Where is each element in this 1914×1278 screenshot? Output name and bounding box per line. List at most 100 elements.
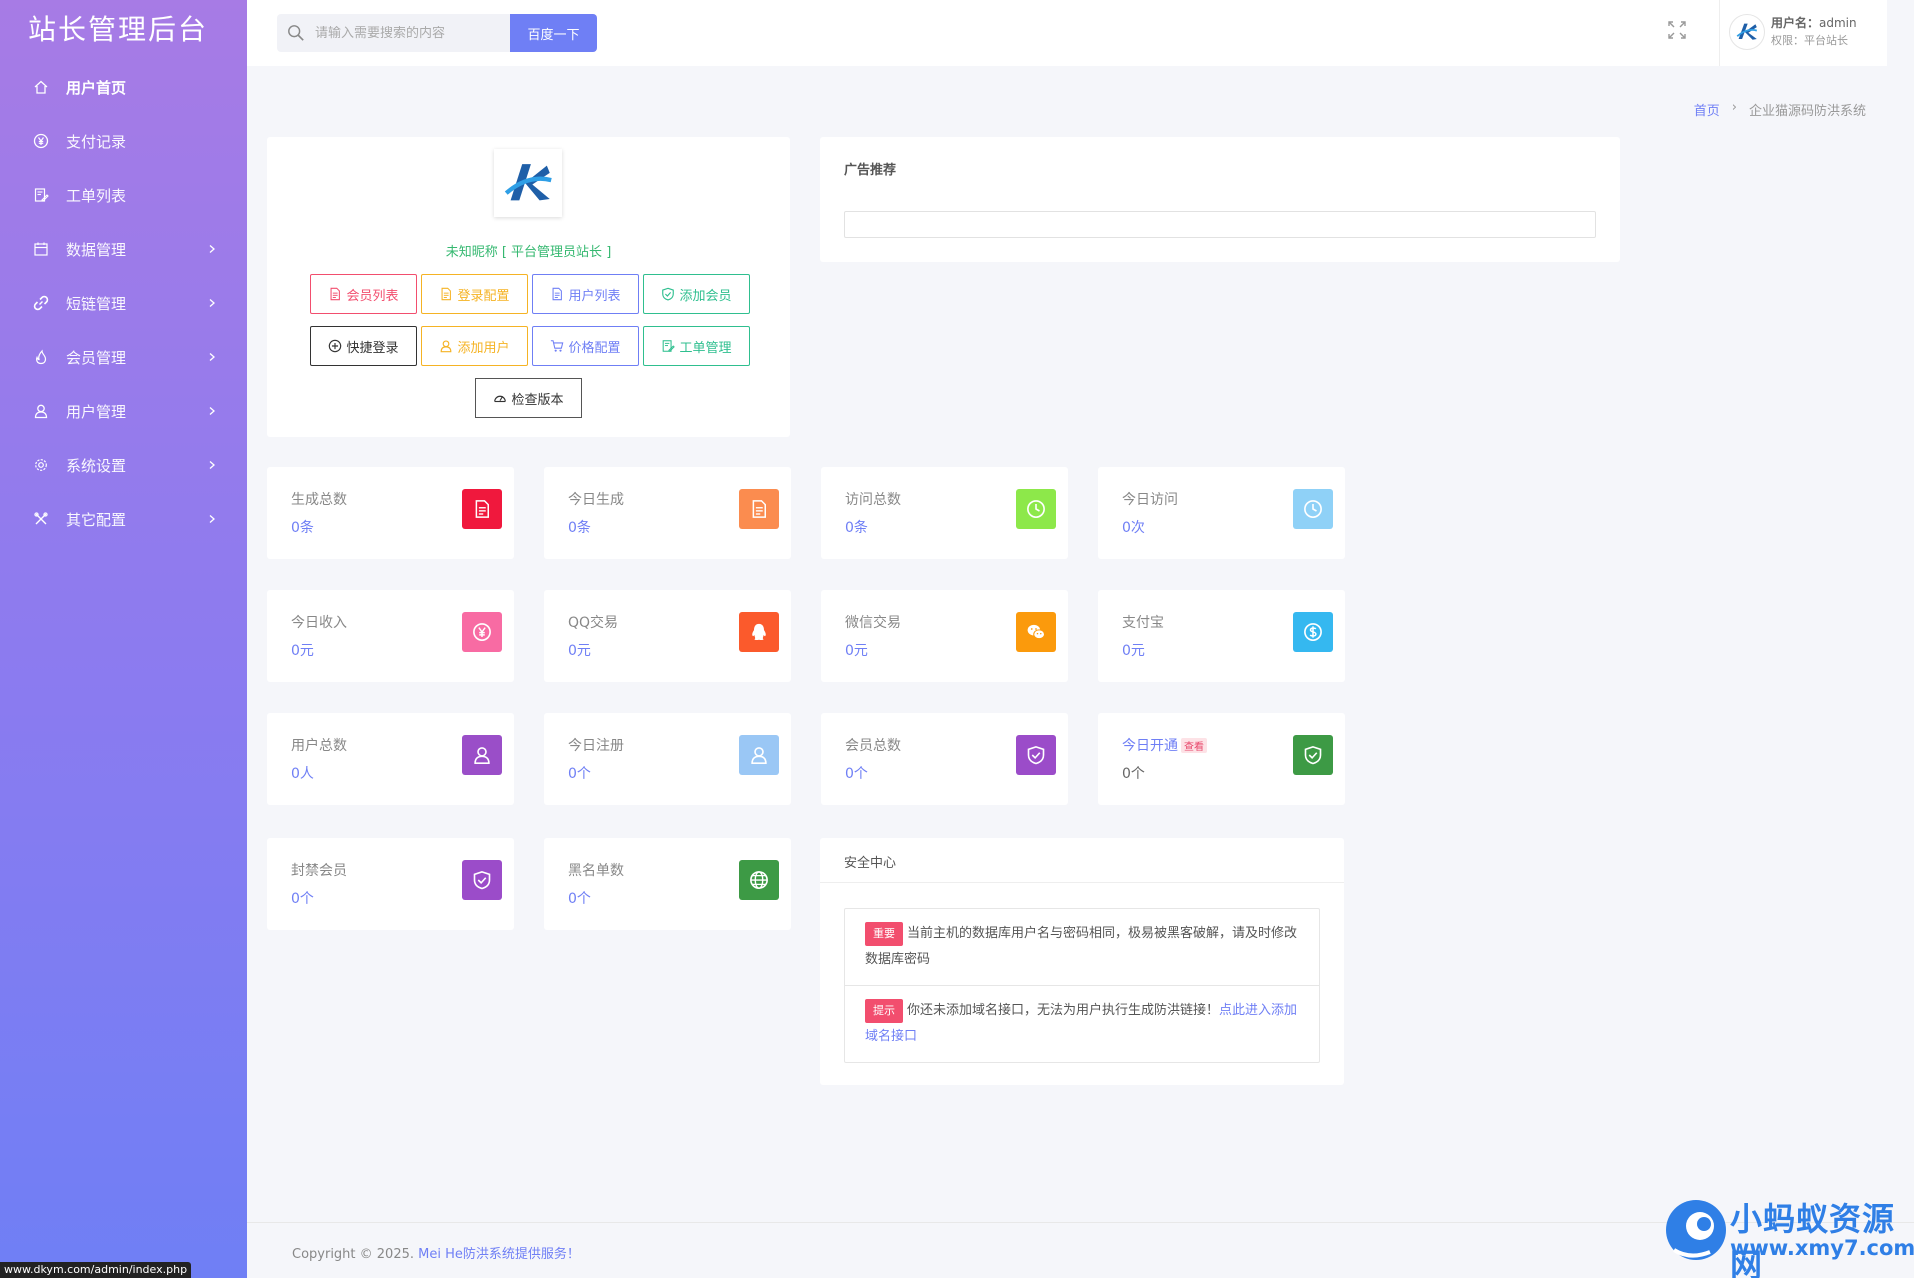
- search-input[interactable]: [315, 25, 495, 41]
- profile-avatar: [494, 149, 562, 217]
- stat-label-text: 今日注册: [568, 738, 624, 754]
- breadcrumb: 首页 › 企业猫源码防洪系统: [1694, 100, 1866, 119]
- logo-icon: [504, 164, 552, 201]
- stat-card: 访问总数 0条: [821, 467, 1068, 559]
- breadcrumb-separator: ›: [1731, 100, 1737, 115]
- stat-icon-box: [1016, 489, 1056, 529]
- security-center-card: 安全中心 重要 当前主机的数据库用户名与密码相同，极易被黑客破解，请及时修改数据库…: [820, 838, 1344, 1085]
- quick-action-button[interactable]: 会员列表: [310, 274, 417, 314]
- stat-value: 0条: [291, 520, 314, 536]
- gear-icon: [35, 459, 47, 471]
- ad-content-box: [844, 211, 1596, 238]
- sidebar-menu: 用户首页 支付记录工单列表数据管理短链管理会员管理用户管理系统设置 其它配置: [0, 60, 247, 546]
- quick-action-label: 工单管理: [679, 340, 732, 356]
- sidebar-item[interactable]: 用户首页: [0, 60, 247, 114]
- search-button[interactable]: 百度一下: [510, 14, 597, 52]
- stat-label: 生成总数: [291, 489, 347, 509]
- security-divider: [820, 882, 1344, 883]
- yen-circle-icon: [473, 623, 491, 641]
- sidebar-item[interactable]: 其它配置: [0, 492, 247, 546]
- status-url: www.dkym.com/admin/index.php: [0, 1262, 192, 1278]
- sidebar-item-label: 数据管理: [66, 240, 127, 259]
- security-item-text: 当前主机的数据库用户名与密码相同，极易被黑客破解，请及时修改数据库密码: [865, 926, 1298, 967]
- user-meta[interactable]: 用户名：admin 权限：平台站长: [1771, 14, 1857, 50]
- stat-icon-box: [462, 860, 502, 900]
- stat-icon-box: [462, 612, 502, 652]
- stat-label-text: 黑名单数: [568, 863, 624, 879]
- sidebar-item-label: 用户管理: [66, 402, 127, 421]
- stat-label: 访问总数: [845, 489, 901, 509]
- security-list: 重要 当前主机的数据库用户名与密码相同，极易被黑客破解，请及时修改数据库密码 提示…: [844, 908, 1320, 1063]
- shield-check-icon: [662, 287, 675, 301]
- tip-badge: 提示: [865, 999, 903, 1023]
- sidebar-item[interactable]: 数据管理: [0, 222, 247, 276]
- sidebar-item-icon: [32, 402, 50, 420]
- footer: Copyright © 2025. Mei He防洪系统提供服务！: [292, 1243, 580, 1262]
- quick-actions-row-1: 会员列表 登录配置 用户列表 添加会员: [310, 274, 750, 314]
- sidebar-item[interactable]: 短链管理: [0, 276, 247, 330]
- profile-card: 未知昵称 [ 平台管理员站长 ] 会员列表 登录配置 用户列表 添加会员 快捷登录 添加…: [267, 137, 790, 437]
- breadcrumb-current: 企业猫源码防洪系统: [1748, 104, 1866, 119]
- stat-value: 0个: [845, 766, 868, 782]
- stat-icon-box: [739, 735, 779, 775]
- stat-card: 今日生成 0条: [544, 467, 791, 559]
- stat-label: 会员总数: [845, 735, 901, 755]
- user-icon: [751, 747, 767, 764]
- ant-logo-icon: [1666, 1200, 1726, 1260]
- ticket-edit-icon: [663, 340, 676, 352]
- user-name: admin: [1819, 16, 1857, 30]
- qq-icon: [752, 623, 766, 641]
- stat-label: 黑名单数: [568, 860, 624, 880]
- sidebar-item[interactable]: 系统设置: [0, 438, 247, 492]
- stat-label-text: 今日生成: [568, 492, 624, 508]
- stat-label: 支付宝: [1122, 612, 1164, 632]
- quick-action-button[interactable]: 添加会员: [643, 274, 750, 314]
- quick-action-label: 添加会员: [679, 288, 732, 304]
- stat-label[interactable]: 今日开通 查看: [1122, 735, 1207, 755]
- sidebar-item-icon: [32, 348, 50, 366]
- document-icon: [553, 287, 563, 301]
- stat-label-text: 会员总数: [845, 738, 901, 754]
- breadcrumb-home[interactable]: 首页: [1694, 100, 1720, 119]
- stat-label-text: 支付宝: [1122, 615, 1164, 631]
- fullscreen-icon[interactable]: [1667, 20, 1687, 40]
- quick-action-button[interactable]: 快捷登录: [310, 326, 417, 366]
- quick-action-button[interactable]: 工单管理: [643, 326, 750, 366]
- quick-action-label: 添加用户: [457, 340, 510, 356]
- stat-value: 0元: [568, 643, 591, 659]
- stat-value: 0个: [568, 766, 591, 782]
- security-item: 重要 当前主机的数据库用户名与密码相同，极易被黑客破解，请及时修改数据库密码: [845, 909, 1319, 985]
- sidebar-item-label: 工单列表: [66, 186, 127, 205]
- sidebar-item-icon: [32, 456, 50, 474]
- quick-action-button[interactable]: 登录配置: [421, 274, 528, 314]
- stat-card: 封禁会员 0个: [267, 838, 514, 930]
- chevron-right-icon: [209, 461, 215, 469]
- quick-action-button[interactable]: 用户列表: [532, 274, 639, 314]
- sidebar-item[interactable]: 会员管理: [0, 330, 247, 384]
- sidebar: 站长管理后台 用户首页 支付记录 工单列表 数据管理 短链管理 会员管理 用户管理 系统设置其…: [0, 0, 247, 1278]
- quick-action-button[interactable]: 添加用户: [421, 326, 528, 366]
- stat-icon-box: [1016, 735, 1056, 775]
- quick-action-label: 用户列表: [568, 288, 621, 304]
- stat-value: 0元: [291, 643, 314, 659]
- sidebar-item-label: 短链管理: [66, 294, 127, 313]
- sidebar-item[interactable]: 用户管理: [0, 384, 247, 438]
- footer-link[interactable]: Mei He防洪系统提供服务！: [418, 1247, 580, 1262]
- sidebar-item[interactable]: 工单列表: [0, 168, 247, 222]
- security-item: 提示 你还未添加域名接口，无法为用户执行生成防洪链接！点此进入添加域名接口: [845, 985, 1319, 1062]
- sidebar-item[interactable]: 支付记录: [0, 114, 247, 168]
- quick-action-button[interactable]: 价格配置: [532, 326, 639, 366]
- user-label: 用户名：: [1771, 16, 1820, 30]
- check-version-button[interactable]: 检查版本: [475, 378, 582, 418]
- avatar[interactable]: [1729, 14, 1765, 50]
- stat-label: QQ交易: [568, 612, 618, 632]
- chevron-right-icon: [209, 407, 215, 415]
- view-badge[interactable]: 查看: [1181, 738, 1207, 753]
- stat-card: 用户总数 0人: [267, 713, 514, 805]
- gauge-icon: [494, 395, 507, 403]
- stat-icon-box: [462, 489, 502, 529]
- stat-label: 微信交易: [845, 612, 901, 632]
- stat-label-text: QQ交易: [568, 615, 619, 631]
- quick-action-label: 快捷登录: [346, 340, 399, 356]
- sidebar-item-icon: [32, 294, 50, 312]
